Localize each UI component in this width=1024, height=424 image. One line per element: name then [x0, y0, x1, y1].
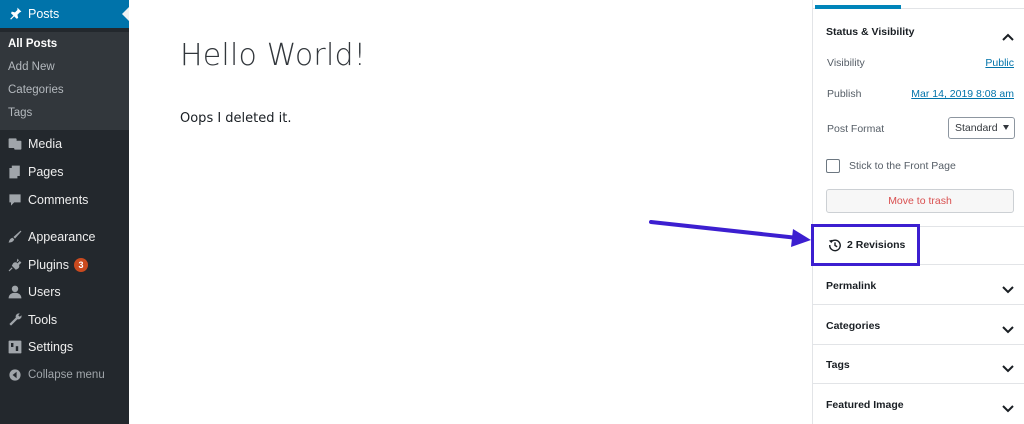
- menu-item-plugins[interactable]: Plugins 3: [0, 251, 129, 279]
- publish-date-link[interactable]: Mar 14, 2019 8:08 am: [911, 88, 1014, 100]
- chevron-down-icon[interactable]: [1002, 360, 1014, 373]
- submenu-all-posts[interactable]: All Posts: [8, 38, 57, 50]
- menu-item-label: Plugins: [28, 258, 69, 272]
- categories-panel-title[interactable]: Categories: [826, 320, 880, 332]
- submenu-add-new[interactable]: Add New: [8, 61, 55, 73]
- menu-item-users[interactable]: Users: [0, 278, 129, 306]
- chevron-down-icon[interactable]: [1002, 321, 1014, 334]
- settings-sidebar: Status & Visibility Visibility Public Pu…: [812, 0, 1024, 424]
- paintbrush-icon: [5, 227, 25, 247]
- post-format-value: Standard: [955, 122, 998, 134]
- menu-item-comments[interactable]: Comments: [0, 186, 129, 214]
- move-to-trash-button[interactable]: Move to trash: [826, 189, 1014, 213]
- submenu-categories[interactable]: Categories: [8, 84, 64, 96]
- menu-item-label: Users: [28, 285, 61, 299]
- chevron-down-icon[interactable]: [1002, 400, 1014, 413]
- comment-icon: [5, 190, 25, 210]
- post-title[interactable]: Hello World!: [180, 38, 366, 73]
- sticky-checkbox[interactable]: [826, 159, 840, 173]
- annotation-arrow: [649, 220, 811, 247]
- post-body-paragraph[interactable]: Oops I deleted it.: [180, 111, 292, 126]
- visibility-link[interactable]: Public: [985, 57, 1014, 69]
- divider: [813, 344, 1024, 345]
- publish-label: Publish: [827, 88, 862, 100]
- divider: [813, 383, 1024, 384]
- posts-submenu: All Posts Add New Categories Tags: [0, 32, 129, 130]
- post-format-label: Post Format: [827, 123, 885, 135]
- annotation-highlight-box: [811, 224, 920, 266]
- tags-panel-title[interactable]: Tags: [826, 359, 850, 371]
- menu-item-media[interactable]: Media: [0, 130, 129, 158]
- menu-item-posts[interactable]: Posts: [0, 0, 129, 28]
- user-icon: [5, 282, 25, 302]
- menu-item-label: Media: [28, 137, 63, 151]
- menu-item-pages[interactable]: Pages: [0, 158, 129, 186]
- menu-item-label: Comments: [28, 193, 89, 207]
- collapse-label: Collapse menu: [28, 369, 105, 381]
- submenu-tags[interactable]: Tags: [8, 107, 32, 119]
- settings-icon: [5, 337, 25, 357]
- plugin-icon: [5, 255, 25, 275]
- divider: [813, 304, 1024, 305]
- pages-icon: [5, 162, 25, 182]
- tab-document-active[interactable]: [815, 5, 901, 9]
- menu-item-label: Tools: [28, 313, 58, 327]
- pushpin-icon: [5, 4, 25, 24]
- visibility-label: Visibility: [827, 57, 865, 69]
- sticky-label[interactable]: Stick to the Front Page: [849, 160, 956, 172]
- post-format-select[interactable]: Standard: [948, 117, 1015, 139]
- plugins-update-badge: 3: [74, 258, 88, 272]
- media-icon: [5, 134, 25, 154]
- caret-down-icon: [1003, 125, 1009, 130]
- menu-item-appearance[interactable]: Appearance: [0, 223, 129, 251]
- menu-item-label: Appearance: [28, 230, 96, 244]
- menu-item-settings[interactable]: Settings: [0, 333, 129, 361]
- menu-item-label: Pages: [28, 165, 64, 179]
- admin-sidebar: Posts All Posts Add New Categories Tags …: [0, 0, 129, 424]
- menu-item-label: Posts: [28, 7, 60, 21]
- chevron-down-icon[interactable]: [1002, 281, 1014, 294]
- featured-image-panel-title[interactable]: Featured Image: [826, 399, 904, 411]
- active-indicator: [122, 7, 129, 21]
- collapse-icon: [5, 365, 25, 385]
- status-visibility-title[interactable]: Status & Visibility: [826, 26, 915, 38]
- collapse-menu-button[interactable]: Collapse menu: [0, 361, 129, 389]
- wrench-icon: [5, 310, 25, 330]
- chevron-up-icon[interactable]: [1002, 28, 1014, 41]
- sidebar-tabs: [813, 0, 1024, 9]
- menu-item-tools[interactable]: Tools: [0, 306, 129, 334]
- menu-item-label: Settings: [28, 340, 74, 354]
- permalink-panel-title[interactable]: Permalink: [826, 280, 876, 292]
